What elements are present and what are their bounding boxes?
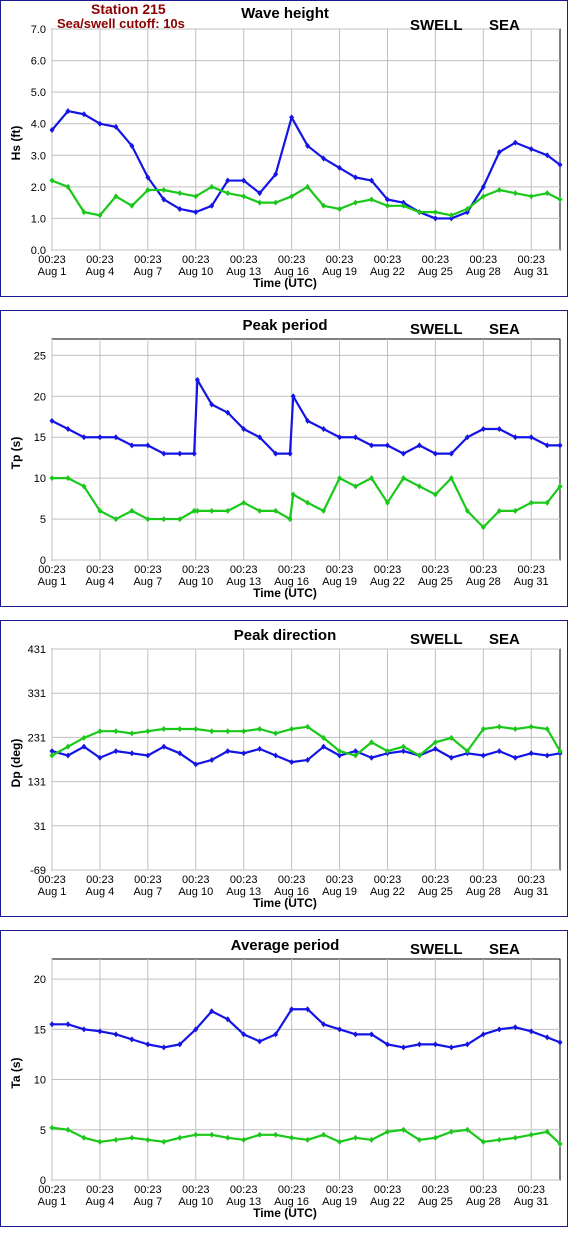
y-tick-label: 5.0 xyxy=(31,87,46,99)
average-period-panel: 0 5 10 15 20 00:23 Aug 1 00:23 Aug 4 00:23 Aug 7 00… xyxy=(0,930,568,1227)
x-tick-time: 00:23 xyxy=(326,564,354,576)
x-tick-time: 00:23 xyxy=(182,874,210,886)
wave-height-chart: 0.01.02.03.04.05.06.07.000:23Aug 100:23A… xyxy=(31,24,563,278)
chart-title: Wave height xyxy=(241,5,329,22)
y-tick-label: 20 xyxy=(34,974,46,986)
x-tick-time: 00:23 xyxy=(517,564,545,576)
y-tick-label: 10 xyxy=(34,473,46,485)
x-tick-time: 00:23 xyxy=(86,564,114,576)
x-tick-time: 00:23 xyxy=(422,1184,450,1196)
x-tick-time: 00:23 xyxy=(230,874,258,886)
chart-title: Peak period xyxy=(242,317,328,334)
x-tick-time: 00:23 xyxy=(134,254,162,266)
x-tick-time: 00:23 xyxy=(326,874,354,886)
y-axis-label: Dp (deg) xyxy=(9,738,23,788)
x-tick-time: 00:23 xyxy=(422,564,450,576)
x-tick-time: 00:23 xyxy=(517,1184,545,1196)
peak-period-panel: 0 5 10 15 20 25 00:23 Aug 1 00:23 Aug 4 00:23 Aug 7… xyxy=(0,310,568,607)
y-tick-label: 2.0 xyxy=(31,182,46,194)
x-tick-time: 00:23 xyxy=(278,564,306,576)
x-axis-label: Time (UTC) xyxy=(253,276,317,290)
x-tick-time: 00:23 xyxy=(470,1184,498,1196)
y-tick-label: 25 xyxy=(34,350,46,362)
x-axis-label: Time (UTC) xyxy=(253,896,317,910)
legend-sea: SEA xyxy=(489,631,520,648)
x-tick-time: 00:23 xyxy=(278,1184,306,1196)
y-tick-label: 10 xyxy=(34,1075,46,1087)
x-tick-time: 00:23 xyxy=(134,1184,162,1196)
x-tick-time: 00:23 xyxy=(422,254,450,266)
peak-direction-panel: -69 31 131 231 331 431 00:23 Aug 1 00:23 Aug 4 00:… xyxy=(0,620,568,917)
x-tick-time: 00:23 xyxy=(86,1184,114,1196)
x-tick-time: 00:23 xyxy=(374,1184,402,1196)
x-tick-time: 00:23 xyxy=(38,254,66,266)
x-tick-time: 00:23 xyxy=(326,1184,354,1196)
y-axis-label: Ta (s) xyxy=(9,1057,23,1089)
x-tick-time: 00:23 xyxy=(517,254,545,266)
x-tick-time: 00:23 xyxy=(86,254,114,266)
legend-swell: SWELL xyxy=(410,941,463,958)
x-tick-time: 00:23 xyxy=(182,1184,210,1196)
legend-swell: SWELL xyxy=(410,321,463,338)
y-tick-label: 5 xyxy=(40,514,46,526)
x-tick-time: 00:23 xyxy=(38,874,66,886)
chart-title: Peak direction xyxy=(233,627,337,644)
x-tick-time: 00:23 xyxy=(517,874,545,886)
x-tick-time: 00:23 xyxy=(470,874,498,886)
x-tick-time: 00:23 xyxy=(230,254,258,266)
x-tick-time: 00:23 xyxy=(326,254,354,266)
y-tick-label: 231 xyxy=(28,732,46,744)
y-axis-label: Hs (ft) xyxy=(9,125,23,161)
x-tick-time: 00:23 xyxy=(230,564,258,576)
legend-sea: SEA xyxy=(489,941,520,958)
x-tick-time: 00:23 xyxy=(182,564,210,576)
peak-direction-chart: -693113123133143100:23Aug 100:23Aug 400:… xyxy=(28,644,563,898)
y-tick-label: 15 xyxy=(34,1024,46,1036)
x-tick-time: 00:23 xyxy=(278,254,306,266)
y-tick-label: 31 xyxy=(34,821,46,833)
legend-sea: SEA xyxy=(489,321,520,338)
y-tick-label: 431 xyxy=(28,644,46,656)
y-tick-label: 7.0 xyxy=(31,24,46,36)
average-period-chart: 0510152000:23Aug 100:23Aug 400:23Aug 700… xyxy=(34,958,563,1208)
chart-title: Average period xyxy=(230,937,340,954)
x-tick-time: 00:23 xyxy=(422,874,450,886)
x-tick-time: 00:23 xyxy=(470,254,498,266)
x-axis-label: Time (UTC) xyxy=(253,586,317,600)
x-tick-time: 00:23 xyxy=(374,564,402,576)
y-tick-label: 20 xyxy=(34,391,46,403)
wave-height-panel: 0.0 1.0 2.0 3.0 4.0 5.0 6.0 7.0 00:23 Aug 1 00:23 A… xyxy=(0,0,568,297)
x-tick-time: 00:23 xyxy=(470,564,498,576)
x-tick-time: 00:23 xyxy=(38,1184,66,1196)
x-tick-time: 00:23 xyxy=(38,564,66,576)
legend-sea: SEA xyxy=(489,17,520,34)
y-axis-label: Tp (s) xyxy=(9,436,23,470)
x-tick-time: 00:23 xyxy=(134,564,162,576)
y-tick-label: 4.0 xyxy=(31,119,46,131)
x-tick-time: 00:23 xyxy=(182,254,210,266)
y-tick-label: 1.0 xyxy=(31,213,46,225)
y-tick-label: 331 xyxy=(28,688,46,700)
y-tick-label: 15 xyxy=(34,432,46,444)
y-tick-label: 131 xyxy=(28,777,46,789)
x-tick-time: 00:23 xyxy=(134,874,162,886)
x-axis-label: Time (UTC) xyxy=(253,1206,317,1220)
x-tick-time: 00:23 xyxy=(230,1184,258,1196)
y-tick-label: 3.0 xyxy=(31,150,46,162)
y-tick-label: 5 xyxy=(40,1125,46,1137)
legend-swell: SWELL xyxy=(410,631,463,648)
y-tick-label: 6.0 xyxy=(31,56,46,68)
peak-period-chart: 051015202500:23Aug 100:23Aug 400:23Aug 7… xyxy=(34,338,563,588)
x-tick-time: 00:23 xyxy=(278,874,306,886)
x-tick-time: 00:23 xyxy=(86,874,114,886)
x-tick-time: 00:23 xyxy=(374,874,402,886)
x-tick-time: 00:23 xyxy=(374,254,402,266)
legend-swell: SWELL xyxy=(410,17,463,34)
